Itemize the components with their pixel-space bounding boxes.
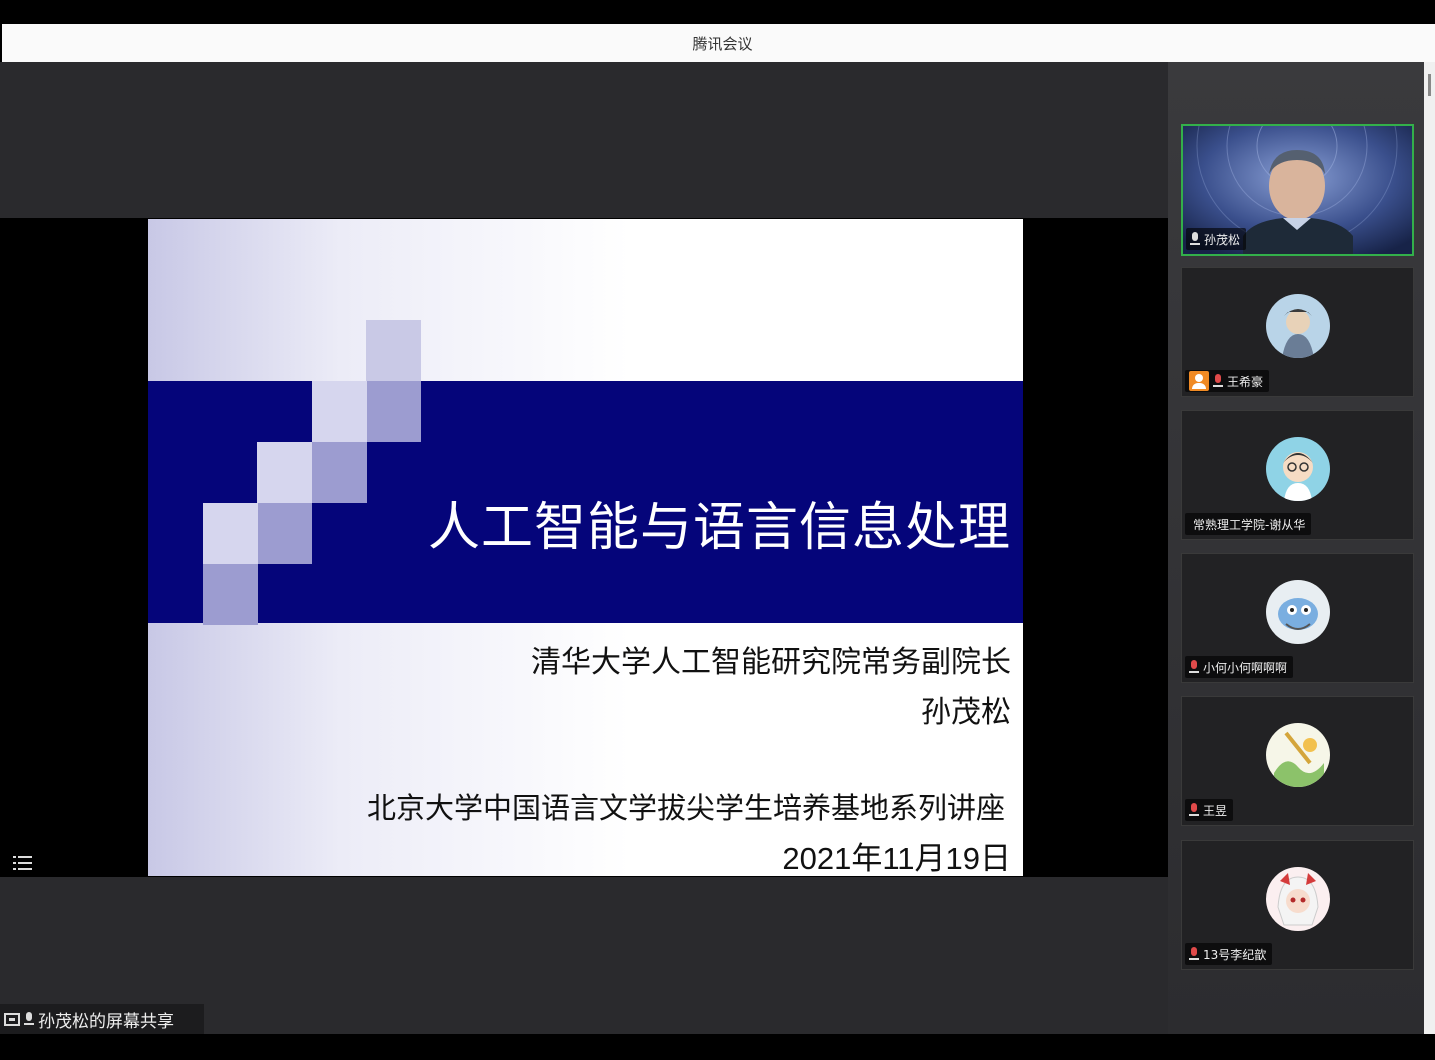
participant-tile[interactable]: 王希豪 [1181, 267, 1414, 397]
slide-date: 2021年11月19日 [782, 841, 1011, 876]
slide-decor-square [312, 381, 367, 442]
participant-tile[interactable]: 王昱 [1181, 696, 1414, 826]
window-title: 腾讯会议 [692, 34, 753, 53]
screen-share-icon [4, 1012, 20, 1026]
scrollbar[interactable] [1424, 62, 1435, 1034]
slide-decor-square [203, 503, 258, 564]
muted-mic-icon [1189, 660, 1199, 674]
participant-tile[interactable]: 常熟理工学院-谢从华 [1181, 410, 1414, 540]
slide-speaker: 孙茂松 [921, 695, 1011, 730]
muted-mic-icon [1213, 374, 1223, 388]
participant-name: 常熟理工学院-谢从华 [1193, 517, 1306, 532]
muted-mic-icon [1189, 803, 1199, 817]
list-icon[interactable] [12, 852, 34, 874]
participant-name: 13号李纪歆 [1203, 947, 1267, 962]
presentation-slide: 人工智能与语言信息处理 清华大学人工智能研究院常务副院长 孙茂松 北京大学中国语… [148, 219, 1023, 876]
slide-decor-square [148, 442, 203, 503]
participant-nametag: 13号李纪歆 [1185, 943, 1273, 965]
window-titlebar: 腾讯会议 [2, 24, 1435, 62]
avatar [1266, 580, 1330, 644]
mic-icon [24, 1012, 34, 1026]
slide-title: 人工智能与语言信息处理 [427, 498, 1011, 558]
host-badge-icon [1189, 371, 1209, 391]
participant-nametag: 王希豪 [1185, 370, 1270, 392]
slide-decor-square [257, 503, 312, 564]
muted-mic-icon [1189, 947, 1199, 961]
participant-name: 王昱 [1203, 803, 1228, 818]
screen-share-status: 孙茂松的屏幕共享 [0, 1004, 204, 1034]
avatar [1266, 867, 1330, 931]
slide-affiliation: 清华大学人工智能研究院常务副院长 [531, 645, 1011, 680]
participant-nametag: 王昱 [1185, 799, 1234, 821]
scrollbar-thumb[interactable] [1428, 74, 1431, 96]
avatar [1266, 437, 1330, 501]
slide-decor-square [203, 564, 258, 625]
participant-tile[interactable]: 13号李纪歆 [1181, 840, 1414, 970]
participant-nametag: 孙茂松 [1186, 228, 1247, 250]
participant-tile-video[interactable]: 孙茂松 [1181, 124, 1414, 256]
participant-tile[interactable]: 小何小何啊啊啊 [1181, 553, 1414, 683]
slide-decor-square [366, 381, 421, 442]
participant-name: 小何小何啊啊啊 [1203, 660, 1288, 675]
mic-icon [1190, 232, 1200, 246]
participant-nametag: 常熟理工学院-谢从华 [1185, 513, 1312, 535]
participant-name: 王希豪 [1227, 374, 1264, 389]
avatar [1266, 723, 1330, 787]
slide-decor-square [312, 442, 367, 503]
participant-name: 孙茂松 [1204, 232, 1241, 247]
slide-decor-square [366, 320, 421, 381]
participant-nametag: 小何小何啊啊啊 [1185, 656, 1294, 678]
avatar [1266, 294, 1330, 358]
screen-share-label: 孙茂松的屏幕共享 [38, 1011, 174, 1032]
slide-series: 北京大学中国语言文学拔尖学生培养基地系列讲座 [366, 791, 1005, 825]
slide-decor-square [257, 442, 312, 503]
